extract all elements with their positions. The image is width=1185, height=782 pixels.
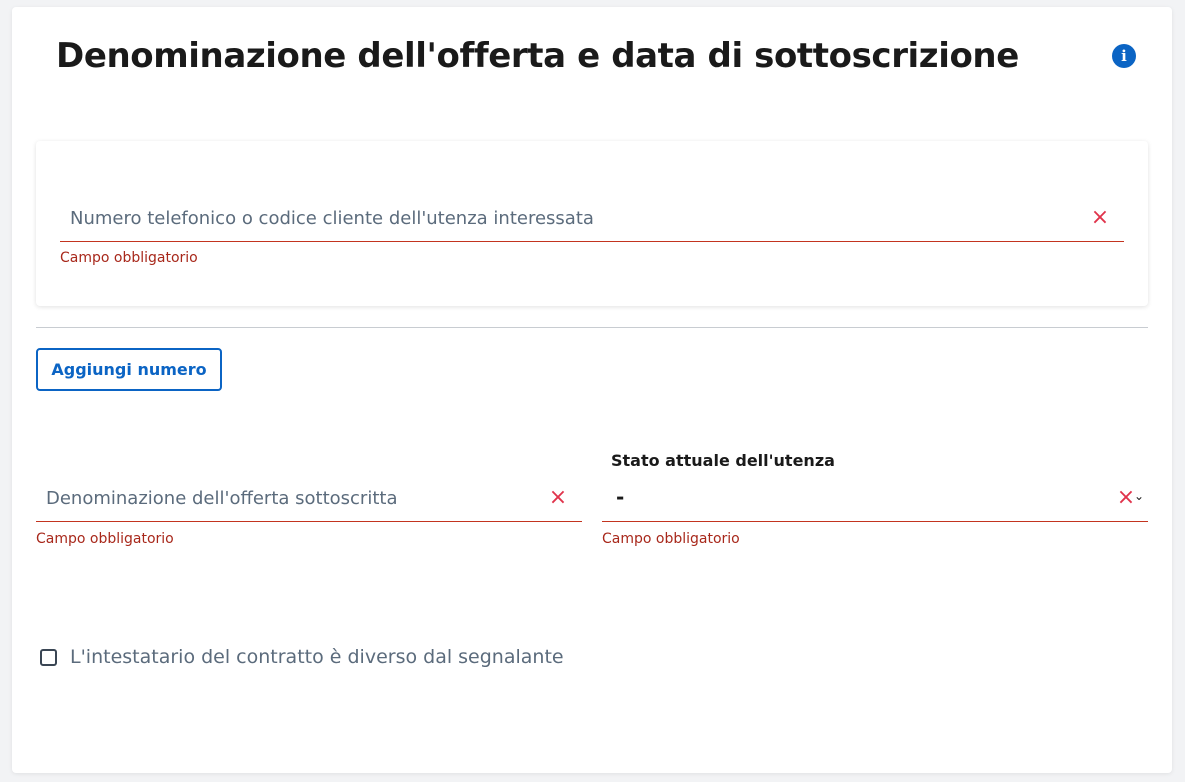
phone-error-message: Campo obbligatorio: [60, 250, 198, 266]
holder-different-checkbox-row[interactable]: L'intestatario del contratto è diverso d…: [40, 643, 564, 671]
form-card: Denominazione dell'offerta e data di sot…: [12, 7, 1172, 773]
offer-name-field: ×: [36, 476, 582, 522]
offer-name-error-message: Campo obbligatorio: [36, 531, 174, 547]
status-select[interactable]: [602, 476, 1148, 522]
status-select-label: Stato attuale dell'utenza: [611, 451, 835, 470]
holder-different-checkbox[interactable]: [40, 648, 57, 666]
phone-field: ×: [60, 195, 1124, 242]
clear-icon[interactable]: ×: [1116, 487, 1136, 509]
clear-icon[interactable]: ×: [548, 487, 568, 509]
phone-number-card: × Campo obbligatorio: [36, 141, 1148, 306]
status-error-message: Campo obbligatorio: [602, 531, 740, 547]
offer-name-input[interactable]: [36, 476, 542, 521]
add-number-button[interactable]: Aggiungi numero: [36, 348, 222, 391]
clear-icon[interactable]: ×: [1090, 207, 1110, 229]
info-icon[interactable]: i: [1112, 44, 1136, 68]
status-select-value: -: [616, 485, 625, 509]
holder-different-label: L'intestatario del contratto è diverso d…: [70, 646, 564, 668]
phone-input[interactable]: [60, 195, 1084, 241]
chevron-down-icon[interactable]: ⌄: [1134, 488, 1144, 504]
page-title: Denominazione dell'offerta e data di sot…: [56, 36, 1019, 76]
section-divider: [36, 327, 1148, 328]
